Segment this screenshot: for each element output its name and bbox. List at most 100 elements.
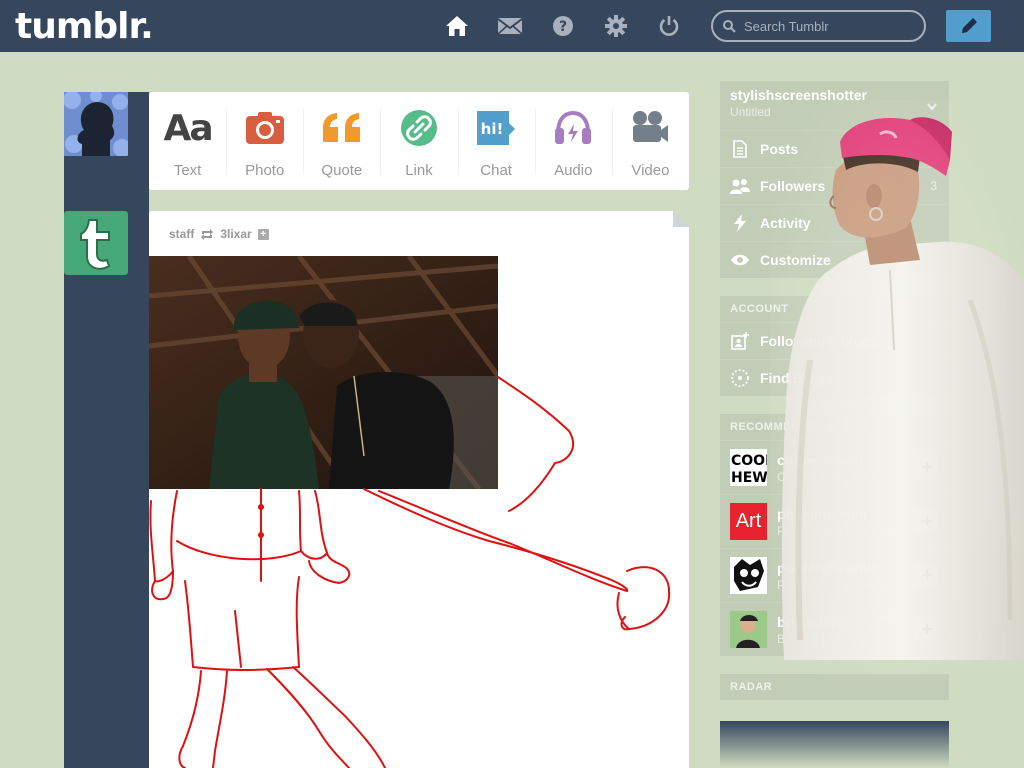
top-bar: tumblr. ? (0, 0, 1024, 52)
post-type-quote[interactable]: Quote (303, 92, 380, 190)
follow-blog-button[interactable]: + (915, 563, 939, 587)
follow-blog-button[interactable]: + (915, 617, 939, 641)
svg-text:HEWIT: HEWIT (731, 470, 767, 486)
recommended-blog[interactable]: brycedotvc BRYCE DOT VC Privacy + (720, 602, 949, 656)
blog-name[interactable]: philamuseum (777, 506, 892, 522)
post-type-bar: Aa Text Photo Quote Link hi! Chat Audio (149, 92, 689, 190)
post-type-label: Chat (480, 162, 512, 179)
blog-thumbnail (730, 611, 767, 648)
blog-header[interactable]: stylishscreenshotter Untitled (720, 81, 949, 130)
blog-name[interactable]: poorcraftcomic (777, 560, 889, 576)
svg-text:?: ? (559, 19, 567, 35)
sidebar-item-find-blogs[interactable]: Find Blogs › (720, 359, 949, 396)
sidebar-item-label: Find Blogs (760, 370, 833, 386)
text-icon: Aa (163, 107, 213, 149)
eye-icon (730, 250, 750, 270)
chevron-right-icon: › (934, 252, 939, 268)
blog-thumbnail: COOPEHEWIT (730, 449, 767, 486)
radar-image[interactable] (720, 721, 949, 768)
sidebar-item-label: Following 2 blogs (760, 333, 879, 349)
gear-icon[interactable] (602, 12, 630, 40)
dashboard-left-strip (64, 92, 149, 768)
sidebar-item-followers[interactable]: Followers 3 (720, 167, 949, 204)
link-icon (400, 108, 438, 148)
account-panel: ACCOUNT Following 2 blogs › Find Blogs › (720, 296, 949, 396)
post-type-label: Video (631, 162, 670, 179)
dashboard-post: staff 3lixar + (149, 211, 689, 768)
quote-icon (321, 108, 363, 148)
post-type-label: Audio (554, 162, 593, 179)
chevron-down-icon[interactable] (927, 103, 937, 111)
follow-blog-button[interactable]: + (915, 455, 939, 479)
sidebar-item-customize[interactable]: Customize › (720, 241, 949, 278)
post-type-label: Text (173, 162, 202, 179)
post-type-label: Photo (245, 162, 285, 179)
mail-icon[interactable] (496, 12, 524, 40)
post-type-text[interactable]: Aa Text (149, 92, 226, 190)
compass-icon (730, 368, 750, 388)
post-type-link[interactable]: Link (380, 92, 457, 190)
sidebar-item-label: Followers (760, 178, 826, 194)
search-icon (723, 19, 736, 33)
svg-text:COOPE: COOPE (731, 453, 767, 469)
people-icon (730, 176, 750, 196)
recommended-blog[interactable]: poorcraftcomic Poorcraft: 'Cuz being + (720, 548, 949, 602)
headphones-icon (553, 108, 593, 148)
blog-subtitle: COOPER HEWITT (777, 469, 879, 484)
sidebar-item-following[interactable]: Following 2 blogs › (720, 322, 949, 359)
blog-subtitle: Philadelphia Museum (777, 523, 892, 538)
radar-panel: RADAR (720, 674, 949, 700)
camera-icon (245, 108, 285, 148)
blog-thumbnail (730, 557, 767, 594)
chevron-right-icon: › (934, 370, 939, 386)
pencil-icon (961, 18, 977, 33)
svg-text:hi!: hi! (481, 120, 504, 138)
followers-count: 3 (930, 179, 937, 193)
sidebar-item-label: Customize (760, 252, 831, 268)
compose-button[interactable] (946, 10, 991, 42)
post-type-label: Link (405, 162, 433, 179)
help-icon[interactable]: ? (549, 12, 577, 40)
radar-section-title: RADAR (720, 674, 949, 700)
chat-icon: hi! (476, 108, 516, 148)
sidebar-item-label: Posts (760, 141, 799, 157)
blog-panel: stylishscreenshotter Untitled Posts 0 Fo… (720, 81, 949, 278)
recommended-blog[interactable]: Art philamuseum Philadelphia Museum + (720, 494, 949, 548)
post-type-label: Quote (321, 162, 363, 179)
blog-name[interactable]: stylishscreenshotter (730, 87, 939, 103)
blog-subtitle: BRYCE DOT VC (777, 631, 867, 646)
posts-count: 0 (930, 142, 937, 156)
sidebar-item-activity[interactable]: Activity (720, 204, 949, 241)
user-avatar[interactable] (64, 92, 128, 156)
staff-avatar[interactable] (64, 211, 128, 275)
follow-icon (730, 331, 750, 351)
blog-name[interactable]: brycedotvc (777, 614, 867, 630)
tumblr-logo[interactable]: tumblr. (15, 6, 154, 47)
privacy-link[interactable]: Privacy (863, 609, 902, 623)
post-type-photo[interactable]: Photo (226, 92, 303, 190)
search-box[interactable] (711, 10, 926, 42)
account-section-title: ACCOUNT (720, 296, 949, 322)
blog-thumbnail: Art (730, 503, 767, 540)
recommended-panel: RECOMMENDED BLOGS COOPEHEWIT cooperhewit… (720, 414, 949, 656)
red-line-drawing (149, 376, 671, 768)
blog-subtitle: Poorcraft: 'Cuz being (777, 577, 889, 592)
bolt-icon (730, 213, 750, 233)
sidebar-item-label: Activity (760, 215, 811, 231)
blog-name[interactable]: cooperhewitt (777, 452, 878, 468)
recommended-section-title: RECOMMENDED BLOGS (720, 414, 949, 440)
follow-blog-button[interactable]: + (915, 509, 939, 533)
tumblr-t-icon (80, 219, 111, 270)
document-icon (730, 139, 750, 159)
post-type-chat[interactable]: hi! Chat (457, 92, 535, 190)
recommended-blog[interactable]: COOPEHEWIT cooperhewitt COOPER HEWITT + (720, 440, 949, 494)
video-icon (631, 108, 669, 148)
blog-title: Untitled (730, 105, 771, 119)
post-type-audio[interactable]: Audio (534, 92, 612, 190)
power-icon[interactable] (655, 12, 683, 40)
post-type-video[interactable]: Video (611, 92, 689, 190)
chevron-right-icon: › (934, 333, 939, 349)
search-input[interactable] (744, 18, 914, 34)
sidebar-item-posts[interactable]: Posts 0 (720, 130, 949, 167)
home-icon[interactable] (443, 12, 471, 40)
